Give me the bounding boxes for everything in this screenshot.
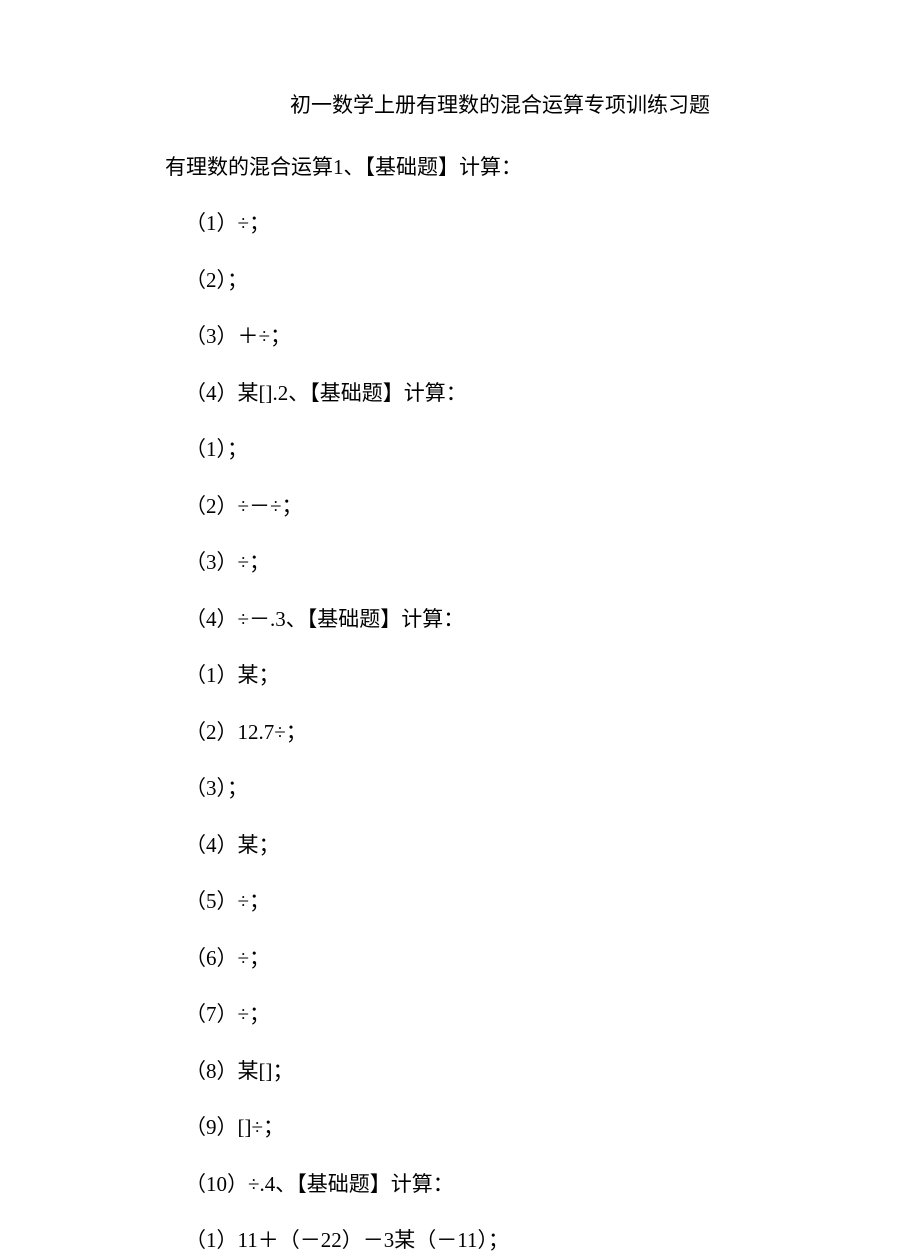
list-item: （1）； [165, 434, 755, 466]
list-item: （4）÷－.3、【基础题】计算： [165, 604, 755, 636]
document-title: 初一数学上册有理数的混合运算专项训练习题 [165, 90, 755, 122]
list-item: （10）÷.4、【基础题】计算： [165, 1169, 755, 1201]
list-item: （2）12.7÷； [165, 717, 755, 749]
list-item: （3）＋÷； [165, 321, 755, 353]
intro-text: 有理数的混合运算1、【基础题】计算： [165, 152, 755, 184]
list-item: （8）某[]； [165, 1056, 755, 1088]
list-item: （1）÷； [165, 208, 755, 240]
list-item: （4）某； [165, 830, 755, 862]
list-item: （3）； [165, 773, 755, 805]
list-item: （6）÷； [165, 943, 755, 975]
list-item: （3）÷； [165, 547, 755, 579]
list-item: （2）÷－÷； [165, 491, 755, 523]
list-item: （9）[]÷； [165, 1112, 755, 1144]
list-item: （2）； [165, 265, 755, 297]
list-item: （1）11＋（－22）－3某（－11）； [165, 1225, 755, 1257]
list-item: （7）÷； [165, 999, 755, 1031]
list-item: （1）某； [165, 660, 755, 692]
list-item: （5）÷； [165, 886, 755, 918]
list-item: （4）某[].2、【基础题】计算： [165, 378, 755, 410]
